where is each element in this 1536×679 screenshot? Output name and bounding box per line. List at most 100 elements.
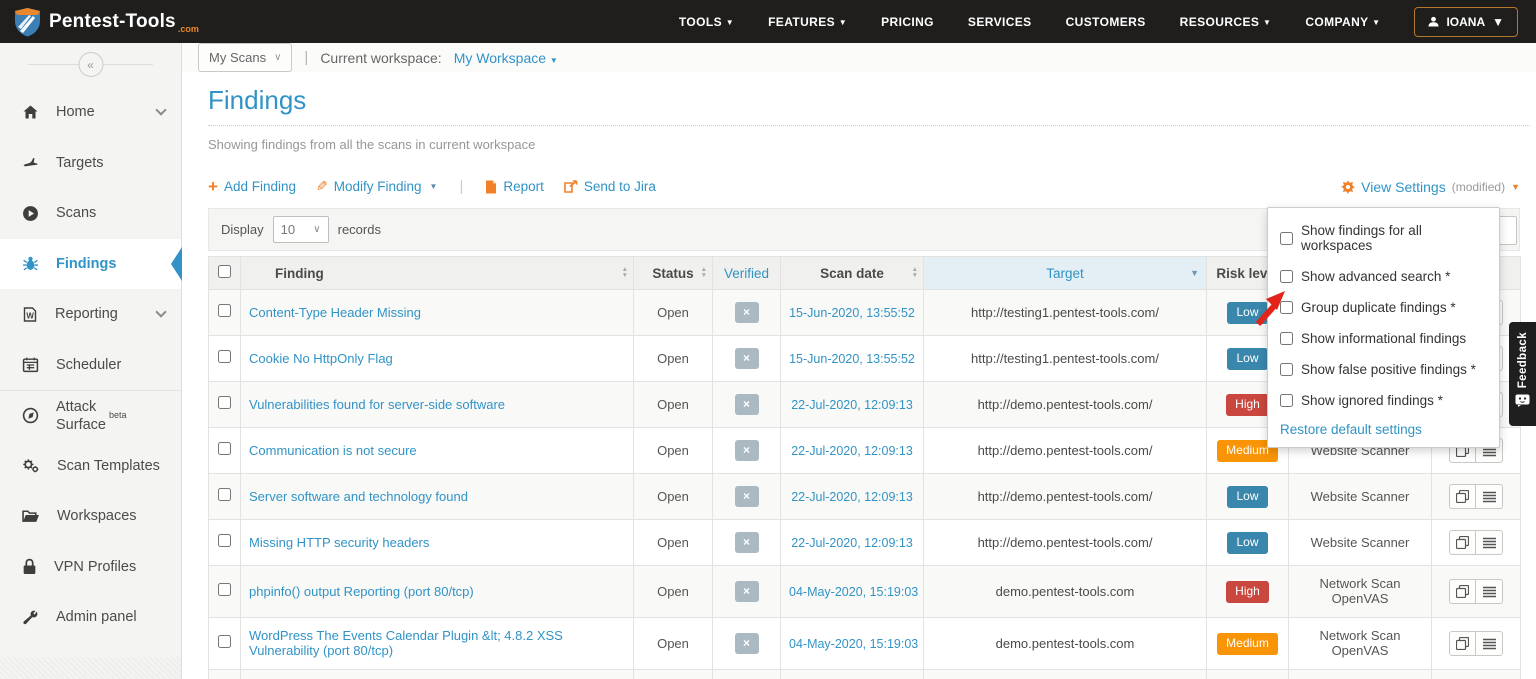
scan-date-link[interactable]: 22-Jul-2020, 12:09:13 — [791, 398, 913, 412]
row-checkbox-cell[interactable] — [209, 290, 241, 336]
row-checkbox[interactable] — [218, 396, 231, 409]
row-checkbox-cell[interactable] — [209, 382, 241, 428]
menu-item-show-advanced-search[interactable]: Show advanced search * — [1268, 261, 1499, 292]
records-per-page-select[interactable]: 10∨ — [273, 216, 329, 243]
details-button[interactable] — [1476, 579, 1503, 604]
verified-toggle-button[interactable] — [735, 486, 759, 507]
sidebar-item-admin-panel[interactable]: Admin panel — [0, 592, 181, 643]
finding-link[interactable]: Vulnerabilities found for server-side so… — [249, 397, 505, 412]
sidebar-item-scans[interactable]: Scans — [0, 188, 181, 239]
column-header-finding[interactable]: Finding — [241, 257, 634, 290]
nav-services[interactable]: SERVICES — [968, 15, 1032, 29]
sidebar-item-attack-surface[interactable]: Attack Surfacebeta — [0, 390, 181, 441]
details-button[interactable] — [1476, 530, 1503, 555]
column-header-verified[interactable]: Verified — [713, 257, 781, 290]
scan-date-link[interactable]: 15-Jun-2020, 13:55:52 — [789, 306, 915, 320]
verified-toggle-button[interactable] — [735, 581, 759, 602]
finding-link[interactable]: Content-Type Header Missing — [249, 305, 421, 320]
menu-item-show-informational-findings[interactable]: Show informational findings — [1268, 323, 1499, 354]
nav-customers[interactable]: CUSTOMERS — [1066, 15, 1146, 29]
brand-logo[interactable]: Pentest-Tools .com — [14, 7, 205, 37]
row-checkbox[interactable] — [218, 534, 231, 547]
sidebar-item-workspaces[interactable]: Workspaces — [0, 491, 181, 542]
row-checkbox-cell[interactable] — [209, 618, 241, 670]
row-checkbox-cell[interactable] — [209, 336, 241, 382]
nav-pricing[interactable]: PRICING — [881, 15, 934, 29]
modify-finding-button[interactable]: Modify Finding▼ — [316, 178, 437, 195]
scan-date-link[interactable]: 04-May-2020, 15:19:03 — [789, 637, 918, 651]
menu-item-show-all-workspaces[interactable]: Show findings for all workspaces — [1268, 215, 1499, 261]
row-checkbox[interactable] — [218, 583, 231, 596]
details-button[interactable] — [1476, 484, 1503, 509]
menu-item-show-false-positive-findings[interactable]: Show false positive findings * — [1268, 354, 1499, 385]
details-button[interactable] — [1476, 631, 1503, 656]
nav-company[interactable]: COMPANY — [1305, 15, 1380, 29]
duplicate-finding-button[interactable] — [1449, 631, 1476, 656]
column-header-status[interactable]: Status — [634, 257, 713, 290]
select-all-checkbox[interactable] — [218, 265, 231, 278]
send-to-jira-button[interactable]: Send to Jira — [564, 179, 656, 194]
scan-date-link[interactable]: 04-May-2020, 15:19:03 — [789, 585, 918, 599]
sidebar-item-targets[interactable]: Targets — [0, 138, 181, 189]
checkbox[interactable] — [1280, 232, 1293, 245]
current-workspace-link[interactable]: My Workspace ▼ — [454, 50, 558, 66]
row-checkbox[interactable] — [218, 635, 231, 648]
report-button[interactable]: Report — [485, 179, 544, 194]
verified-cell — [713, 336, 781, 382]
add-finding-button[interactable]: +Add Finding — [208, 179, 296, 194]
feedback-tab[interactable]: Feedback — [1509, 322, 1536, 426]
scan-date-link[interactable]: 15-Jun-2020, 13:55:52 — [789, 352, 915, 366]
menu-item-show-ignored-findings[interactable]: Show ignored findings * — [1268, 385, 1499, 416]
nav-tools[interactable]: TOOLS — [679, 15, 734, 29]
chevron-down-icon: ∨ — [313, 224, 320, 235]
duplicate-finding-button[interactable] — [1449, 484, 1476, 509]
sidebar-item-vpn-profiles[interactable]: VPN Profiles — [0, 542, 181, 593]
menu-item-group-duplicate-findings[interactable]: Group duplicate findings * — [1268, 292, 1499, 323]
row-checkbox[interactable] — [218, 488, 231, 501]
row-checkbox-cell[interactable] — [209, 670, 241, 679]
column-header-target[interactable]: Target▼ — [924, 257, 1207, 290]
my-scans-dropdown[interactable]: My Scans∨ — [198, 43, 292, 72]
select-all-checkbox-cell[interactable] — [209, 257, 241, 290]
sidebar-item-scan-templates[interactable]: Scan Templates — [0, 441, 181, 492]
finding-link[interactable]: Missing HTTP security headers — [249, 535, 429, 550]
user-menu-button[interactable]: IOANA — [1414, 7, 1518, 37]
sidebar-item-scheduler[interactable]: Scheduler — [0, 340, 181, 391]
verified-toggle-button[interactable] — [735, 440, 759, 461]
scan-date-link[interactable]: 22-Jul-2020, 12:09:13 — [791, 444, 913, 458]
duplicate-finding-button[interactable] — [1449, 530, 1476, 555]
finding-link[interactable]: Cookie No HttpOnly Flag — [249, 351, 393, 366]
restore-default-settings-link[interactable]: Restore default settings — [1268, 416, 1499, 441]
verified-toggle-button[interactable] — [735, 633, 759, 654]
sidebar-item-home[interactable]: Home — [0, 87, 181, 138]
finding-link[interactable]: WordPress The Events Calendar Plugin &lt… — [249, 628, 625, 658]
row-checkbox-cell[interactable] — [209, 566, 241, 618]
sidebar-item-reporting[interactable]: W Reporting — [0, 289, 181, 340]
verified-toggle-button[interactable] — [735, 394, 759, 415]
checkbox[interactable] — [1280, 394, 1293, 407]
nav-features[interactable]: FEATURES — [768, 15, 847, 29]
row-checkbox[interactable] — [218, 442, 231, 455]
row-checkbox-cell[interactable] — [209, 474, 241, 520]
finding-link[interactable]: Communication is not secure — [249, 443, 417, 458]
row-checkbox-cell[interactable] — [209, 428, 241, 474]
finding-link[interactable]: Server software and technology found — [249, 489, 468, 504]
finding-link[interactable]: phpinfo() output Reporting (port 80/tcp) — [249, 584, 474, 599]
verified-toggle-button[interactable] — [735, 532, 759, 553]
nav-resources[interactable]: RESOURCES — [1180, 15, 1272, 29]
scan-date-link[interactable]: 22-Jul-2020, 12:09:13 — [791, 536, 913, 550]
row-checkbox[interactable] — [218, 304, 231, 317]
checkbox[interactable] — [1280, 270, 1293, 283]
scan-date-link[interactable]: 22-Jul-2020, 12:09:13 — [791, 490, 913, 504]
verified-toggle-button[interactable] — [735, 348, 759, 369]
checkbox[interactable] — [1280, 332, 1293, 345]
row-checkbox[interactable] — [218, 350, 231, 363]
duplicate-finding-button[interactable] — [1449, 579, 1476, 604]
column-header-scan-date[interactable]: Scan date — [781, 257, 924, 290]
row-checkbox-cell[interactable] — [209, 520, 241, 566]
view-settings-button[interactable]: View Settings (modified) ▼ — [1341, 179, 1520, 195]
verified-toggle-button[interactable] — [735, 302, 759, 323]
sidebar-item-findings[interactable]: Findings — [0, 239, 181, 290]
sidebar-collapse-button[interactable] — [78, 52, 103, 77]
checkbox[interactable] — [1280, 363, 1293, 376]
